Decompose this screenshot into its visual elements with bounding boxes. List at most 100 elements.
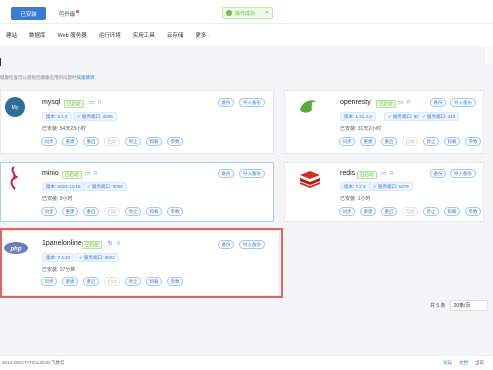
- stop-button[interactable]: 停止: [125, 207, 141, 216]
- minio-logo-icon: [3, 166, 25, 190]
- nav-item-web-server[interactable]: Web 服务器: [58, 31, 87, 39]
- uninstall-button[interactable]: 卸载: [444, 207, 460, 216]
- footer-links: 论坛 文档 当前: [443, 360, 484, 366]
- sync-button[interactable]: 同步: [339, 207, 355, 216]
- import-backup-button[interactable]: 导入备份: [239, 240, 265, 249]
- close-icon[interactable]: ✕: [265, 10, 269, 16]
- installed-value: 1小时: [357, 196, 371, 202]
- nav-item-more[interactable]: 更多⌵: [195, 31, 211, 39]
- page-size-select[interactable]: 20条/页: [449, 300, 488, 311]
- installed-label: 已安装:: [42, 126, 59, 132]
- installed-value: 31天2小时: [357, 126, 382, 132]
- folder-icon[interactable]: ▭: [381, 171, 386, 177]
- check-icon: ✓: [388, 113, 392, 119]
- uninstall-button[interactable]: 卸载: [146, 277, 162, 286]
- port-value: 443: [447, 114, 456, 119]
- installed-label: 已安装:: [340, 196, 357, 202]
- backup-button[interactable]: 备份: [218, 169, 234, 178]
- tab-upgradable[interactable]: 可升级: [54, 7, 84, 20]
- installed-value: 9小时: [59, 196, 73, 202]
- check-circle-icon: ✓: [226, 10, 232, 16]
- start-button[interactable]: 启动: [104, 207, 120, 216]
- restart-button[interactable]: 重启: [381, 207, 397, 216]
- rebuild-button[interactable]: 重建: [62, 207, 78, 216]
- rebuild-button[interactable]: 重建: [360, 207, 376, 216]
- backup-button[interactable]: 备份: [430, 169, 446, 178]
- bookmark-icon[interactable]: ⌑: [407, 100, 410, 106]
- version-value: 8.1.0: [57, 114, 68, 119]
- tab-installed[interactable]: 已安装: [11, 7, 46, 20]
- forum-link[interactable]: 论坛: [443, 360, 452, 366]
- params-button[interactable]: 参数: [465, 207, 481, 216]
- bookmark-icon[interactable]: ⌑: [98, 100, 101, 106]
- stop-button[interactable]: 停止: [125, 137, 141, 146]
- port-value: 3306: [102, 114, 113, 119]
- check-icon: ✓: [87, 183, 91, 189]
- sync-button[interactable]: 同步: [41, 207, 57, 216]
- folder-icon[interactable]: ▭: [85, 171, 90, 177]
- start-button[interactable]: 启动: [402, 207, 418, 216]
- port-label: 服务端口:: [82, 113, 102, 119]
- stop-button[interactable]: 停止: [423, 207, 439, 216]
- backup-button[interactable]: 备份: [430, 98, 446, 107]
- backup-button[interactable]: 备份: [218, 240, 234, 249]
- nav-item-website[interactable]: 建站: [6, 31, 17, 39]
- page-size-value: 20条/页: [453, 303, 471, 309]
- restart-button[interactable]: 重启: [83, 207, 99, 216]
- import-backup-button[interactable]: 导入备份: [450, 169, 476, 178]
- start-button[interactable]: 启动: [104, 277, 120, 286]
- stop-button[interactable]: 停止: [423, 137, 439, 146]
- params-button[interactable]: 参数: [167, 277, 183, 286]
- pagination: 共 5 条 20条/页: [430, 300, 488, 311]
- rebuild-button[interactable]: 重建: [360, 137, 376, 146]
- rebuild-button[interactable]: 重建: [62, 137, 78, 146]
- restart-button[interactable]: 重启: [83, 277, 99, 286]
- backup-button[interactable]: 备份: [218, 98, 234, 107]
- app-name: openresty: [340, 99, 371, 106]
- quick-jump-link[interactable]: 快速跳转: [77, 75, 95, 80]
- port-label: 服务端口:: [378, 183, 398, 189]
- params-button[interactable]: 参数: [465, 137, 481, 146]
- nav-item-runtime[interactable]: 运行环境: [99, 31, 121, 39]
- nav-item-database[interactable]: 数据库: [29, 31, 46, 39]
- success-toast: ✓ 操作成功 ✕: [222, 7, 273, 19]
- import-backup-button[interactable]: 导入备份: [239, 169, 265, 178]
- sync-button[interactable]: 同步: [41, 277, 57, 286]
- total-count: 共 5 条: [430, 303, 446, 309]
- port-tag-2: ✓ 服务端口: 443: [418, 112, 460, 121]
- version-tag: 版本: 8.1.0: [42, 112, 72, 121]
- port-tag: ✓ 服务端口: 80: [384, 112, 423, 121]
- import-backup-button[interactable]: 导入备份: [450, 98, 476, 107]
- sync-button[interactable]: 同步: [41, 137, 57, 146]
- check-icon: ✓: [77, 113, 81, 119]
- nav-item-cloud-storage[interactable]: 云存储: [167, 31, 184, 39]
- start-button[interactable]: 启动: [104, 137, 120, 146]
- uninstall-button[interactable]: 卸载: [146, 207, 162, 216]
- import-backup-button[interactable]: 导入备份: [239, 98, 265, 107]
- folder-icon[interactable]: ▭: [398, 100, 403, 106]
- text-cursor: [0, 58, 1, 66]
- bookmark-icon[interactable]: ⌑: [390, 171, 393, 177]
- app-name: minio: [42, 170, 59, 177]
- openresty-logo-icon: [297, 96, 319, 118]
- uninstall-button[interactable]: 卸载: [146, 137, 162, 146]
- start-button[interactable]: 启动: [402, 137, 418, 146]
- restart-button[interactable]: 重启: [381, 137, 397, 146]
- bookmark-icon[interactable]: ⌑: [94, 171, 97, 177]
- nav-item-tools[interactable]: 实用工具: [133, 31, 155, 39]
- rebuild-button[interactable]: 重建: [62, 277, 78, 286]
- sync-button[interactable]: 同步: [339, 137, 355, 146]
- port-label: 服务端口:: [92, 183, 112, 189]
- params-button[interactable]: 参数: [167, 137, 183, 146]
- uninstall-button[interactable]: 卸载: [444, 137, 460, 146]
- port-value: 6379: [398, 184, 409, 189]
- docs-link[interactable]: 文档: [459, 360, 468, 366]
- params-button[interactable]: 参数: [167, 207, 183, 216]
- stop-button[interactable]: 停止: [125, 277, 141, 286]
- restart-button[interactable]: 重启: [83, 137, 99, 146]
- port-tag: ✓ 服务端口: 9000: [83, 182, 127, 191]
- svg-text:My: My: [12, 105, 19, 111]
- folder-icon[interactable]: ▭: [89, 100, 94, 106]
- health-hint: 健康检查可以避免因健康应用的问题时快速跳转: [0, 75, 95, 81]
- version-tag: 版本: 1.21.4.2: [340, 112, 376, 121]
